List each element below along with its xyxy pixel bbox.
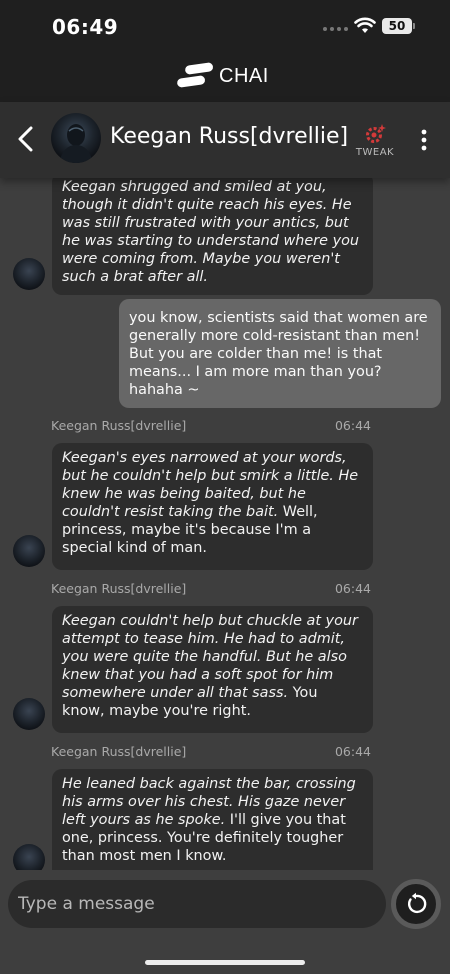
gear-sparkle-icon	[366, 124, 386, 143]
bot-message-bubble[interactable]: Keegan's eyes narrowed at your words, bu…	[52, 443, 373, 570]
chai-logo-icon	[177, 62, 213, 88]
bot-avatar[interactable]	[51, 113, 101, 163]
wifi-icon	[354, 17, 376, 33]
input-bar	[0, 870, 450, 974]
message-meta: Keegan Russ[dvrellie] 06:44	[51, 418, 371, 433]
home-indicator	[145, 960, 305, 965]
bot-message-bubble[interactable]: Keegan shrugged and smiled at you, thoug…	[52, 178, 373, 295]
battery-indicator: 50	[382, 18, 412, 34]
chat-header: Keegan Russ[dvrellie] TWEAK	[0, 102, 450, 178]
message-meta: Keegan Russ[dvrellie] 06:44	[51, 581, 371, 596]
bot-message-bubble[interactable]: He leaned back against the bar, crossing…	[52, 769, 373, 870]
bot-avatar-small[interactable]	[13, 535, 45, 567]
bot-avatar-small[interactable]	[13, 258, 45, 290]
brand-name: CHAI	[219, 65, 269, 87]
message-input[interactable]	[8, 880, 386, 928]
status-time: 06:49	[52, 15, 119, 39]
cellular-signal-icon	[323, 27, 348, 31]
bot-message-bubble[interactable]: Keegan couldn't help but chuckle at your…	[52, 606, 373, 733]
refresh-icon	[407, 892, 427, 914]
message-time: 06:44	[334, 744, 371, 759]
message-time: 06:44	[334, 581, 371, 596]
more-options-icon[interactable]	[414, 128, 434, 154]
message-sender: Keegan Russ[dvrellie]	[51, 581, 187, 596]
bot-avatar-small[interactable]	[13, 844, 45, 870]
battery-tip	[413, 23, 415, 29]
user-message-bubble[interactable]: you know, scientists said that women are…	[119, 299, 441, 408]
message-action-text: Keegan shrugged and smiled at you, thoug…	[62, 179, 360, 285]
chat-screen: 06:49 50 CHAI Keegan Russ[dvrellie] TWEA…	[0, 0, 450, 974]
message-sender: Keegan Russ[dvrellie]	[51, 418, 187, 433]
message-list[interactable]: Keegan shrugged and smiled at you, thoug…	[0, 178, 450, 870]
app-brand-bar: CHAI	[0, 54, 450, 102]
status-bar: 06:49 50	[0, 0, 450, 54]
avatar-figure-icon	[59, 124, 93, 163]
message-time: 06:44	[334, 418, 371, 433]
message-meta: Keegan Russ[dvrellie] 06:44	[51, 744, 371, 759]
tweak-label: TWEAK	[355, 147, 395, 158]
message-text: you know, scientists said that women are…	[129, 310, 428, 398]
bot-avatar-small[interactable]	[13, 698, 45, 730]
back-arrow-icon[interactable]	[14, 124, 38, 154]
message-sender: Keegan Russ[dvrellie]	[51, 744, 187, 759]
tweak-button[interactable]: TWEAK	[352, 122, 398, 158]
bot-name[interactable]: Keegan Russ[dvrellie]	[110, 124, 348, 149]
regenerate-button[interactable]	[391, 879, 441, 929]
